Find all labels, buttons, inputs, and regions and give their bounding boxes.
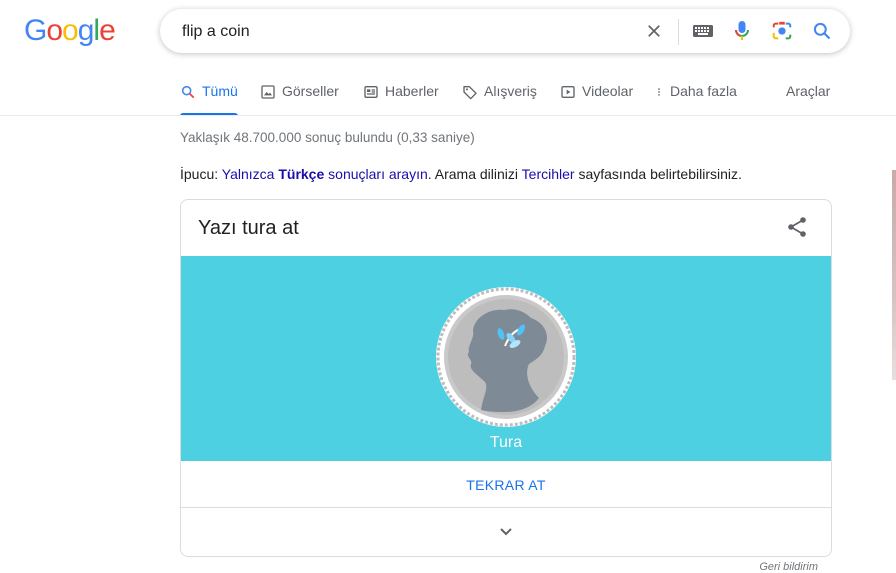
search-input[interactable] [180, 9, 624, 55]
tip-language: Türkçe [278, 166, 325, 182]
right-edge-image [892, 170, 896, 380]
tab-images[interactable]: Görseller [260, 83, 339, 115]
google-logo[interactable]: Google [24, 14, 116, 48]
news-icon [364, 86, 378, 98]
tip-prefix: İpucu: [180, 166, 222, 182]
tip-link-only[interactable]: Yalnızca Türkçe sonuçları arayın [222, 166, 428, 182]
share-icon[interactable] [785, 215, 809, 239]
logo-letter: G [24, 14, 47, 47]
expand-button[interactable] [181, 508, 831, 556]
logo-letter: g [77, 14, 95, 47]
logo-letter: o [46, 14, 63, 47]
card-title: Yazı tura at [198, 217, 299, 239]
search-icon[interactable] [810, 19, 834, 43]
tip-link-preferences[interactable]: Tercihler [522, 166, 575, 182]
search-box [160, 9, 850, 55]
microphone-icon[interactable] [730, 19, 754, 43]
camera-lens-icon[interactable] [770, 19, 794, 43]
tip-suffix: sayfasında belirtebilirsiniz. [574, 166, 742, 182]
tab-label: Görseller [282, 83, 339, 99]
logo-letter: o [62, 14, 79, 47]
tip-link-text: sonuçları arayın [324, 166, 428, 182]
tip-link-text: Yalnızca [221, 166, 275, 182]
tag-icon [463, 86, 477, 100]
tools-label: Araçlar [786, 83, 831, 99]
play-icon [561, 86, 575, 98]
tab-label: Tümü [202, 83, 238, 99]
tab-label: Daha fazla [670, 83, 737, 99]
tab-videos[interactable]: Videolar [560, 83, 633, 115]
chevron-down-icon [500, 528, 512, 536]
coin-result: Tura [489, 434, 523, 451]
feedback-link[interactable]: Geri bildirim [759, 561, 818, 573]
tab-more[interactable]: Daha fazla [654, 83, 737, 115]
result-stats: Yaklaşık 48.700.000 sonuç bulundu (0,33 … [180, 130, 475, 145]
more-vert-icon [658, 88, 660, 96]
search-icon [181, 85, 195, 99]
logo-letter: e [99, 14, 116, 47]
coin-stage[interactable]: Tura [181, 256, 831, 461]
tab-news[interactable]: Haberler [363, 83, 439, 115]
clear-icon[interactable] [642, 19, 666, 43]
search-tabs: Tümü Görseller Haberler Alışveriş Videol… [180, 83, 840, 116]
flip-again-button[interactable]: TEKRAR AT [181, 461, 831, 508]
header-divider [0, 115, 896, 116]
keyboard-icon[interactable] [691, 19, 715, 43]
tab-label: Haberler [385, 83, 439, 99]
coin-icon[interactable] [435, 286, 577, 428]
coin-flip-card: Yazı tura at Tura TEKRAR AT [180, 199, 832, 557]
language-tip: İpucu: Yalnızca Türkçe sonuçları arayın.… [180, 166, 742, 182]
tab-label: Videolar [582, 83, 634, 99]
tip-middle: . Arama dilinizi [427, 166, 522, 182]
tab-label: Alışveriş [484, 83, 537, 99]
tools-button[interactable]: Araçlar [786, 83, 830, 115]
tab-shopping[interactable]: Alışveriş [462, 83, 537, 115]
divider [678, 19, 679, 45]
image-icon [261, 85, 275, 99]
tab-all[interactable]: Tümü [180, 83, 238, 116]
